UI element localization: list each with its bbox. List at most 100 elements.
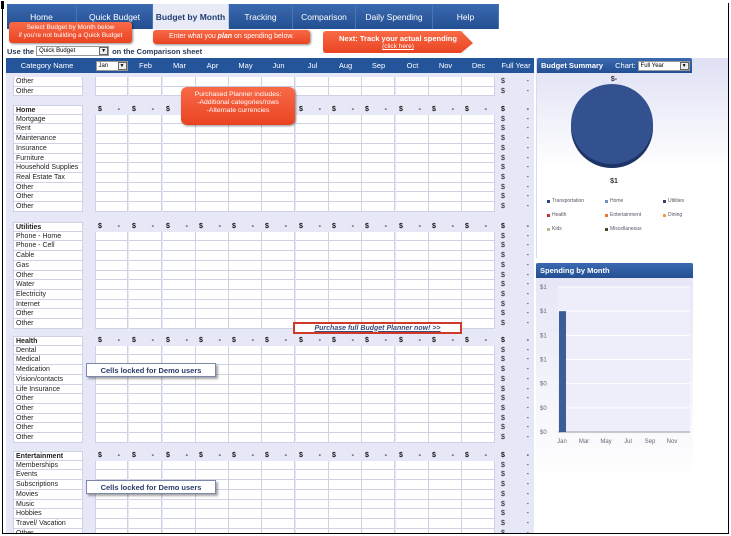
month-input-cell[interactable]	[462, 470, 495, 481]
month-input-cell[interactable]	[396, 202, 429, 212]
category-row-label[interactable]: Medication	[13, 365, 83, 375]
month-input-cell[interactable]	[196, 124, 229, 135]
month-input-cell[interactable]	[196, 182, 229, 193]
month-input-cell[interactable]	[129, 251, 162, 261]
month-input-cell[interactable]	[129, 124, 162, 135]
month-input-cell[interactable]	[262, 153, 295, 164]
month-input-cell[interactable]	[229, 394, 262, 404]
month-input-cell[interactable]	[362, 260, 395, 271]
category-row-label[interactable]: Memberships	[13, 460, 83, 471]
month-input-cell[interactable]	[262, 77, 295, 87]
month-input-cell[interactable]	[163, 309, 196, 320]
category-row-label[interactable]: Travel/ Vacation	[13, 519, 83, 529]
category-row-label[interactable]: Rent	[13, 124, 83, 135]
month-input-cell[interactable]	[329, 470, 362, 481]
month-input-cell[interactable]	[129, 290, 162, 300]
category-row-label[interactable]: Other	[13, 309, 83, 320]
month-input-cell[interactable]	[163, 241, 196, 252]
month-input-cell[interactable]	[329, 309, 362, 320]
month-input-cell[interactable]	[329, 153, 362, 164]
month-input-cell[interactable]	[163, 345, 196, 356]
month-input-cell[interactable]	[262, 241, 295, 252]
month-input-cell[interactable]	[95, 519, 128, 529]
month-input-cell[interactable]	[95, 319, 128, 329]
month-input-cell[interactable]	[329, 374, 362, 385]
tab-help[interactable]: Help	[433, 4, 499, 29]
category-row-label[interactable]: Other	[13, 528, 83, 533]
month-input-cell[interactable]	[95, 163, 128, 173]
month-input-cell[interactable]	[129, 163, 162, 173]
category-row-label[interactable]: Other	[13, 404, 83, 414]
month-input-cell[interactable]	[163, 251, 196, 261]
month-input-cell[interactable]	[362, 182, 395, 193]
month-input-cell[interactable]	[129, 528, 162, 533]
month-input-cell[interactable]	[362, 86, 395, 97]
category-row-label[interactable]: Other	[13, 77, 83, 87]
category-row-label[interactable]: Furniture	[13, 153, 83, 164]
month-input-cell[interactable]	[262, 280, 295, 290]
month-input-cell[interactable]	[396, 433, 429, 443]
month-input-cell[interactable]	[396, 480, 429, 490]
month-input-cell[interactable]	[196, 423, 229, 434]
category-row-label[interactable]: Other	[13, 182, 83, 193]
month-input-cell[interactable]	[262, 480, 295, 490]
month-input-cell[interactable]	[429, 270, 462, 281]
month-input-cell[interactable]	[163, 280, 196, 290]
month-input-cell[interactable]	[296, 433, 329, 443]
month-input-cell[interactable]	[362, 489, 395, 500]
month-input-cell[interactable]	[429, 202, 462, 212]
month-input-cell[interactable]	[396, 309, 429, 320]
month-input-cell[interactable]	[163, 290, 196, 300]
month-input-cell[interactable]	[229, 270, 262, 281]
category-row-label[interactable]: Dental	[13, 345, 83, 356]
month-input-cell[interactable]	[163, 143, 196, 154]
month-input-cell[interactable]	[196, 394, 229, 404]
month-input-cell[interactable]	[95, 124, 128, 135]
month-input-cell[interactable]	[262, 260, 295, 271]
month-input-cell[interactable]	[329, 290, 362, 300]
month-input-cell[interactable]	[95, 241, 128, 252]
month-input-cell[interactable]	[296, 143, 329, 154]
month-input-cell[interactable]	[462, 163, 495, 173]
month-input-cell[interactable]	[163, 270, 196, 281]
month-input-cell[interactable]	[362, 460, 395, 471]
month-input-cell[interactable]	[429, 499, 462, 510]
month-input-cell[interactable]	[262, 509, 295, 519]
month-input-cell[interactable]	[229, 355, 262, 366]
month-input-cell[interactable]	[362, 480, 395, 490]
chevron-down-icon[interactable]: ▼	[117, 61, 127, 70]
month-input-cell[interactable]	[329, 345, 362, 356]
month-input-cell[interactable]	[396, 509, 429, 519]
month-input-cell[interactable]	[163, 404, 196, 414]
month-input-cell[interactable]	[229, 404, 262, 414]
month-input-cell[interactable]	[462, 480, 495, 490]
category-row-label[interactable]: Movies	[13, 489, 83, 500]
month-input-cell[interactable]	[296, 499, 329, 510]
month-input-cell[interactable]	[329, 404, 362, 414]
month-input-cell[interactable]	[362, 124, 395, 135]
month-input-cell[interactable]	[95, 499, 128, 510]
month-input-cell[interactable]	[329, 519, 362, 529]
month-input-cell[interactable]	[396, 182, 429, 193]
category-row-label[interactable]: Cable	[13, 251, 83, 261]
month-input-cell[interactable]	[329, 86, 362, 97]
month-input-cell[interactable]	[196, 134, 229, 144]
month-input-cell[interactable]	[362, 134, 395, 144]
category-row-label[interactable]: Household Supplies	[13, 163, 83, 173]
month-input-cell[interactable]	[163, 153, 196, 164]
month-input-cell[interactable]	[429, 299, 462, 310]
category-row-label[interactable]: Other	[13, 270, 83, 281]
month-input-cell[interactable]	[229, 470, 262, 481]
tab-tracking[interactable]: Tracking	[229, 4, 293, 29]
month-input-cell[interactable]	[296, 77, 329, 87]
month-input-cell[interactable]	[429, 290, 462, 300]
month-input-cell[interactable]	[429, 251, 462, 261]
month-input-cell[interactable]	[229, 260, 262, 271]
month-input-cell[interactable]	[129, 270, 162, 281]
month-input-cell[interactable]	[262, 309, 295, 320]
month-input-cell[interactable]	[329, 124, 362, 135]
month-input-cell[interactable]	[296, 153, 329, 164]
month-input-cell[interactable]	[129, 192, 162, 203]
month-input-cell[interactable]	[429, 192, 462, 203]
month-input-cell[interactable]	[95, 299, 128, 310]
